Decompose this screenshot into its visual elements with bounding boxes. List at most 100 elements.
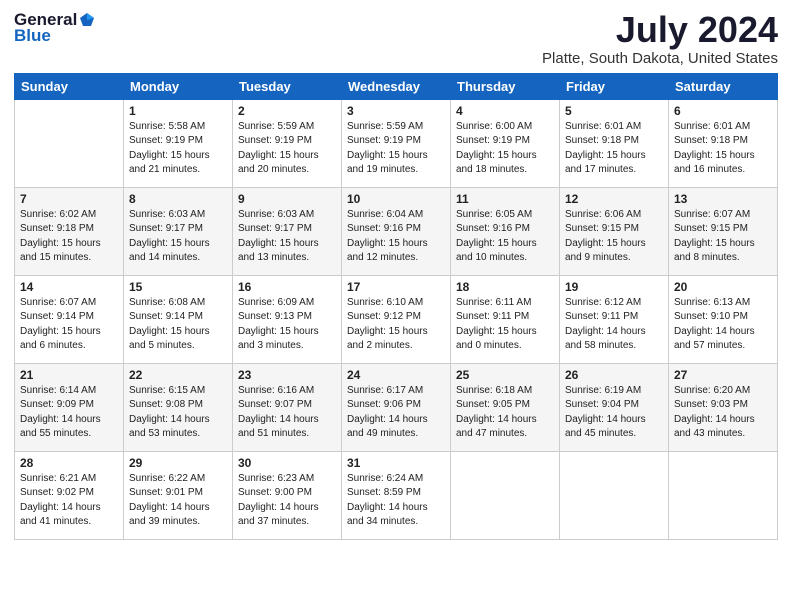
- day-info: Sunrise: 6:06 AM Sunset: 9:15 PM Dayligh…: [565, 208, 663, 266]
- day-info: Sunrise: 6:12 AM Sunset: 9:11 PM Dayligh…: [565, 296, 663, 354]
- day-number: 28: [20, 456, 118, 470]
- calendar-cell: 19 Sunrise: 6:12 AM Sunset: 9:11 PM Dayli…: [560, 275, 669, 363]
- calendar-cell: [15, 99, 124, 187]
- day-info: Sunrise: 6:08 AM Sunset: 9:14 PM Dayligh…: [129, 296, 227, 354]
- day-info: Sunrise: 5:59 AM Sunset: 9:19 PM Dayligh…: [238, 120, 336, 178]
- day-header-saturday: Saturday: [669, 73, 778, 99]
- calendar-week-4: 21 Sunrise: 6:14 AM Sunset: 9:09 PM Dayli…: [15, 363, 778, 451]
- header: General Blue July 2024 Platte, South Dak…: [14, 10, 778, 67]
- day-info: Sunrise: 6:21 AM Sunset: 9:02 PM Dayligh…: [20, 472, 118, 530]
- day-number: 4: [456, 104, 554, 118]
- day-info: Sunrise: 6:22 AM Sunset: 9:01 PM Dayligh…: [129, 472, 227, 530]
- day-number: 30: [238, 456, 336, 470]
- calendar-week-1: 1 Sunrise: 5:58 AM Sunset: 9:19 PM Daylig…: [15, 99, 778, 187]
- day-info: Sunrise: 6:05 AM Sunset: 9:16 PM Dayligh…: [456, 208, 554, 266]
- day-header-wednesday: Wednesday: [342, 73, 451, 99]
- day-info: Sunrise: 6:11 AM Sunset: 9:11 PM Dayligh…: [456, 296, 554, 354]
- logo-flag-icon: [78, 11, 96, 29]
- calendar-cell: 1 Sunrise: 5:58 AM Sunset: 9:19 PM Daylig…: [124, 99, 233, 187]
- day-info: Sunrise: 5:59 AM Sunset: 9:19 PM Dayligh…: [347, 120, 445, 178]
- day-number: 1: [129, 104, 227, 118]
- calendar-body: 1 Sunrise: 5:58 AM Sunset: 9:19 PM Daylig…: [15, 99, 778, 539]
- day-info: Sunrise: 6:17 AM Sunset: 9:06 PM Dayligh…: [347, 384, 445, 442]
- day-number: 8: [129, 192, 227, 206]
- day-info: Sunrise: 5:58 AM Sunset: 9:19 PM Dayligh…: [129, 120, 227, 178]
- calendar-cell: 21 Sunrise: 6:14 AM Sunset: 9:09 PM Dayli…: [15, 363, 124, 451]
- month-title: July 2024: [542, 10, 778, 50]
- day-info: Sunrise: 6:19 AM Sunset: 9:04 PM Dayligh…: [565, 384, 663, 442]
- calendar-cell: 25 Sunrise: 6:18 AM Sunset: 9:05 PM Dayli…: [451, 363, 560, 451]
- day-number: 9: [238, 192, 336, 206]
- calendar-cell: 31Sunrise: 6:24 AM Sunset: 8:59 PM Dayli…: [342, 451, 451, 539]
- calendar-cell: 2 Sunrise: 5:59 AM Sunset: 9:19 PM Daylig…: [233, 99, 342, 187]
- calendar-cell: 29 Sunrise: 6:22 AM Sunset: 9:01 PM Dayli…: [124, 451, 233, 539]
- day-number: 13: [674, 192, 772, 206]
- calendar-cell: 15 Sunrise: 6:08 AM Sunset: 9:14 PM Dayli…: [124, 275, 233, 363]
- calendar-cell: 13 Sunrise: 6:07 AM Sunset: 9:15 PM Dayli…: [669, 187, 778, 275]
- day-info: Sunrise: 6:07 AM Sunset: 9:14 PM Dayligh…: [20, 296, 118, 354]
- header-row: SundayMondayTuesdayWednesdayThursdayFrid…: [15, 73, 778, 99]
- calendar-cell: 17Sunrise: 6:10 AM Sunset: 9:12 PM Dayli…: [342, 275, 451, 363]
- day-info: Sunrise: 6:13 AM Sunset: 9:10 PM Dayligh…: [674, 296, 772, 354]
- day-number: 26: [565, 368, 663, 382]
- day-number: 10: [347, 192, 445, 206]
- day-info: Sunrise: 6:03 AM Sunset: 9:17 PM Dayligh…: [129, 208, 227, 266]
- calendar-cell: 20 Sunrise: 6:13 AM Sunset: 9:10 PM Dayli…: [669, 275, 778, 363]
- day-info: Sunrise: 6:01 AM Sunset: 9:18 PM Dayligh…: [674, 120, 772, 178]
- title-area: July 2024 Platte, South Dakota, United S…: [542, 10, 778, 67]
- calendar-cell: 27Sunrise: 6:20 AM Sunset: 9:03 PM Dayli…: [669, 363, 778, 451]
- day-header-thursday: Thursday: [451, 73, 560, 99]
- day-header-friday: Friday: [560, 73, 669, 99]
- calendar-cell: 28 Sunrise: 6:21 AM Sunset: 9:02 PM Dayli…: [15, 451, 124, 539]
- calendar-week-3: 14 Sunrise: 6:07 AM Sunset: 9:14 PM Dayli…: [15, 275, 778, 363]
- day-info: Sunrise: 6:00 AM Sunset: 9:19 PM Dayligh…: [456, 120, 554, 178]
- day-number: 19: [565, 280, 663, 294]
- day-number: 25: [456, 368, 554, 382]
- calendar-cell: [669, 451, 778, 539]
- calendar-cell: 16 Sunrise: 6:09 AM Sunset: 9:13 PM Dayli…: [233, 275, 342, 363]
- day-number: 17: [347, 280, 445, 294]
- day-info: Sunrise: 6:20 AM Sunset: 9:03 PM Dayligh…: [674, 384, 772, 442]
- day-info: Sunrise: 6:16 AM Sunset: 9:07 PM Dayligh…: [238, 384, 336, 442]
- calendar-cell: 14 Sunrise: 6:07 AM Sunset: 9:14 PM Dayli…: [15, 275, 124, 363]
- day-number: 15: [129, 280, 227, 294]
- day-number: 20: [674, 280, 772, 294]
- day-number: 5: [565, 104, 663, 118]
- calendar-cell: 9 Sunrise: 6:03 AM Sunset: 9:17 PM Daylig…: [233, 187, 342, 275]
- day-number: 22: [129, 368, 227, 382]
- day-number: 29: [129, 456, 227, 470]
- day-number: 21: [20, 368, 118, 382]
- day-number: 14: [20, 280, 118, 294]
- day-number: 23: [238, 368, 336, 382]
- day-info: Sunrise: 6:07 AM Sunset: 9:15 PM Dayligh…: [674, 208, 772, 266]
- day-header-sunday: Sunday: [15, 73, 124, 99]
- day-info: Sunrise: 6:01 AM Sunset: 9:18 PM Dayligh…: [565, 120, 663, 178]
- day-info: Sunrise: 6:14 AM Sunset: 9:09 PM Dayligh…: [20, 384, 118, 442]
- calendar-cell: 30 Sunrise: 6:23 AM Sunset: 9:00 PM Dayli…: [233, 451, 342, 539]
- day-info: Sunrise: 6:09 AM Sunset: 9:13 PM Dayligh…: [238, 296, 336, 354]
- location-subtitle: Platte, South Dakota, United States: [542, 50, 778, 67]
- day-number: 16: [238, 280, 336, 294]
- day-header-monday: Monday: [124, 73, 233, 99]
- day-number: 12: [565, 192, 663, 206]
- calendar-header: SundayMondayTuesdayWednesdayThursdayFrid…: [15, 73, 778, 99]
- calendar-cell: [451, 451, 560, 539]
- day-info: Sunrise: 6:23 AM Sunset: 9:00 PM Dayligh…: [238, 472, 336, 530]
- day-info: Sunrise: 6:15 AM Sunset: 9:08 PM Dayligh…: [129, 384, 227, 442]
- logo: General Blue: [14, 10, 96, 46]
- calendar-cell: 22 Sunrise: 6:15 AM Sunset: 9:08 PM Dayli…: [124, 363, 233, 451]
- calendar-cell: 4 Sunrise: 6:00 AM Sunset: 9:19 PM Daylig…: [451, 99, 560, 187]
- calendar-cell: 10Sunrise: 6:04 AM Sunset: 9:16 PM Dayli…: [342, 187, 451, 275]
- calendar-cell: 5 Sunrise: 6:01 AM Sunset: 9:18 PM Daylig…: [560, 99, 669, 187]
- calendar-cell: 24Sunrise: 6:17 AM Sunset: 9:06 PM Dayli…: [342, 363, 451, 451]
- calendar-cell: 11 Sunrise: 6:05 AM Sunset: 9:16 PM Dayli…: [451, 187, 560, 275]
- day-number: 11: [456, 192, 554, 206]
- calendar-cell: 8 Sunrise: 6:03 AM Sunset: 9:17 PM Daylig…: [124, 187, 233, 275]
- calendar-cell: 3Sunrise: 5:59 AM Sunset: 9:19 PM Daylig…: [342, 99, 451, 187]
- day-info: Sunrise: 6:03 AM Sunset: 9:17 PM Dayligh…: [238, 208, 336, 266]
- calendar-cell: [560, 451, 669, 539]
- day-info: Sunrise: 6:18 AM Sunset: 9:05 PM Dayligh…: [456, 384, 554, 442]
- calendar-week-5: 28 Sunrise: 6:21 AM Sunset: 9:02 PM Dayli…: [15, 451, 778, 539]
- calendar-cell: 26 Sunrise: 6:19 AM Sunset: 9:04 PM Dayli…: [560, 363, 669, 451]
- day-number: 2: [238, 104, 336, 118]
